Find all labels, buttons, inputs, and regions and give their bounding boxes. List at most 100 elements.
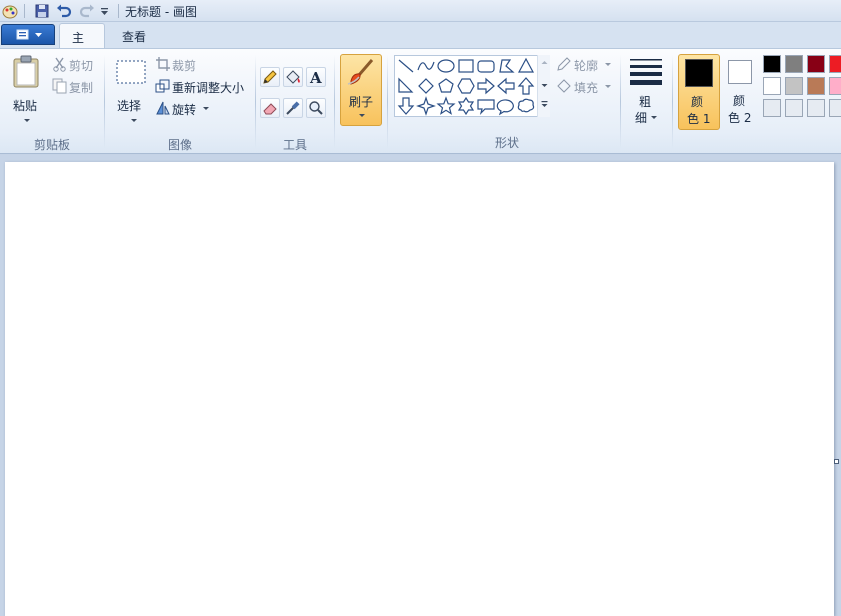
color1-swatch <box>685 59 713 87</box>
left-arrow-shape-icon[interactable] <box>496 76 516 96</box>
clipboard-group: 粘贴 剪切 复制 剪贴板 <box>0 49 104 155</box>
pentagon-shape-icon[interactable] <box>436 76 456 96</box>
pencil-tool-button[interactable] <box>260 67 280 87</box>
size-button[interactable]: 粗 细 <box>624 53 668 129</box>
cut-button[interactable]: 剪切 <box>52 56 100 74</box>
group-separator <box>620 55 621 149</box>
brushes-button[interactable]: 刷子 <box>340 54 382 126</box>
six-point-star-shape-icon[interactable] <box>456 96 476 116</box>
palette-swatch[interactable] <box>829 77 841 95</box>
cloud-callout-shape-icon[interactable] <box>516 96 536 116</box>
rotate-button[interactable]: 旋转 <box>155 100 215 118</box>
fill-tool-button[interactable] <box>283 67 303 87</box>
triangle-shape-icon[interactable] <box>516 56 536 76</box>
canvas-workspace <box>0 155 841 616</box>
paste-dropdown-arrow <box>24 119 30 122</box>
oval-callout-shape-icon[interactable] <box>496 96 516 116</box>
resize-label: 重新调整大小 <box>172 81 245 95</box>
rect-callout-shape-icon[interactable] <box>476 96 496 116</box>
rectangle-shape-icon[interactable] <box>456 56 476 76</box>
five-point-star-shape-icon[interactable] <box>436 96 456 116</box>
resize-icon <box>155 79 170 93</box>
right-arrow-shape-icon[interactable] <box>476 76 496 96</box>
customize-qat-icon[interactable] <box>99 2 117 20</box>
up-arrow-shape-icon[interactable] <box>516 76 536 96</box>
color2-button[interactable]: 颜 色 2 <box>724 54 758 130</box>
title-bar: 无标题 - 画图 <box>0 0 841 22</box>
color1-button[interactable]: 颜 色 1 <box>678 54 720 130</box>
palette-swatch[interactable] <box>807 77 825 95</box>
clipboard-group-label: 剪贴板 <box>33 138 70 152</box>
brushes-label: 刷子 <box>349 95 374 109</box>
eraser-tool-button[interactable] <box>260 98 280 118</box>
palette-swatch[interactable] <box>763 55 781 73</box>
file-menu-icon <box>16 29 42 40</box>
size-label-bottom: 细 <box>635 111 648 125</box>
select-rectangle-icon <box>116 60 146 84</box>
line-width-icon <box>630 59 662 85</box>
save-icon[interactable] <box>33 2 51 20</box>
outline-label: 轮廓 <box>574 59 599 73</box>
crop-button[interactable]: 裁剪 <box>155 56 215 74</box>
diamond-shape-icon[interactable] <box>416 76 436 96</box>
scissors-icon <box>53 57 66 72</box>
line-shape-icon[interactable] <box>396 56 416 76</box>
copy-button[interactable]: 复制 <box>52 78 100 96</box>
rotate-icon <box>156 101 170 115</box>
color2-label-bottom: 色 2 <box>728 111 752 125</box>
text-tool-button[interactable]: A <box>306 67 326 87</box>
palette-swatch[interactable] <box>763 77 781 95</box>
file-menu-button[interactable] <box>1 24 55 45</box>
paint-app-icon[interactable] <box>1 2 19 20</box>
color2-swatch <box>728 60 752 84</box>
resize-button[interactable]: 重新调整大小 <box>155 78 251 96</box>
right-triangle-shape-icon[interactable] <box>396 76 416 96</box>
outline-dropdown-arrow <box>605 63 611 66</box>
fill-button[interactable]: 填充 <box>556 78 616 96</box>
paint-bucket-icon <box>286 70 300 84</box>
color-picker-tool-button[interactable] <box>283 98 303 118</box>
rotate-dropdown-arrow <box>203 107 209 110</box>
copy-icon <box>52 78 67 94</box>
polygon-shape-icon[interactable] <box>496 56 516 76</box>
undo-icon[interactable] <box>55 2 73 20</box>
magnifier-icon <box>309 101 323 115</box>
down-arrow-shape-icon[interactable] <box>396 96 416 116</box>
palette-swatch[interactable] <box>785 99 803 117</box>
gallery-scroll-arrows-icon <box>541 61 548 107</box>
magnifier-tool-button[interactable] <box>306 98 326 118</box>
paste-button[interactable]: 粘贴 <box>6 53 46 133</box>
hexagon-shape-icon[interactable] <box>456 76 476 96</box>
palette-swatch[interactable] <box>807 55 825 73</box>
image-group-label: 图像 <box>167 138 192 152</box>
select-button[interactable]: 选择 <box>111 53 151 133</box>
image-group: 选择 裁剪 重新调整大小 旋转 图像 <box>105 49 255 155</box>
group-separator <box>334 55 335 149</box>
curve-shape-icon[interactable] <box>416 56 436 76</box>
rounded-rectangle-shape-icon[interactable] <box>476 56 496 76</box>
tab-home[interactable]: 主页 <box>59 23 105 62</box>
redo-icon[interactable] <box>78 2 96 20</box>
palette-swatch[interactable] <box>829 99 841 117</box>
shapes-gallery-scrollbar[interactable] <box>537 55 550 117</box>
palette-swatch[interactable] <box>807 99 825 117</box>
oval-shape-icon[interactable] <box>436 56 456 76</box>
palette-swatch[interactable] <box>785 77 803 95</box>
select-dropdown-arrow <box>131 119 137 122</box>
canvas-resize-handle[interactable] <box>834 459 839 464</box>
palette-swatch[interactable] <box>829 55 841 73</box>
size-label-top: 粗 <box>639 95 652 109</box>
rotate-label: 旋转 <box>172 103 197 117</box>
four-point-star-shape-icon[interactable] <box>416 96 436 116</box>
palette-swatch[interactable] <box>785 55 803 73</box>
window-title: 无标题 - 画图 <box>125 5 197 19</box>
color1-label-bottom: 色 1 <box>687 112 711 126</box>
crop-label: 裁剪 <box>172 59 197 73</box>
fill-bucket-icon <box>557 79 571 93</box>
shapes-group-label: 形状 <box>494 136 519 150</box>
tab-view[interactable]: 查看 <box>110 23 162 48</box>
drawing-canvas[interactable] <box>5 162 834 616</box>
palette-swatch[interactable] <box>763 99 781 117</box>
color1-label-top: 颜 <box>691 95 704 109</box>
outline-button[interactable]: 轮廓 <box>556 56 616 74</box>
